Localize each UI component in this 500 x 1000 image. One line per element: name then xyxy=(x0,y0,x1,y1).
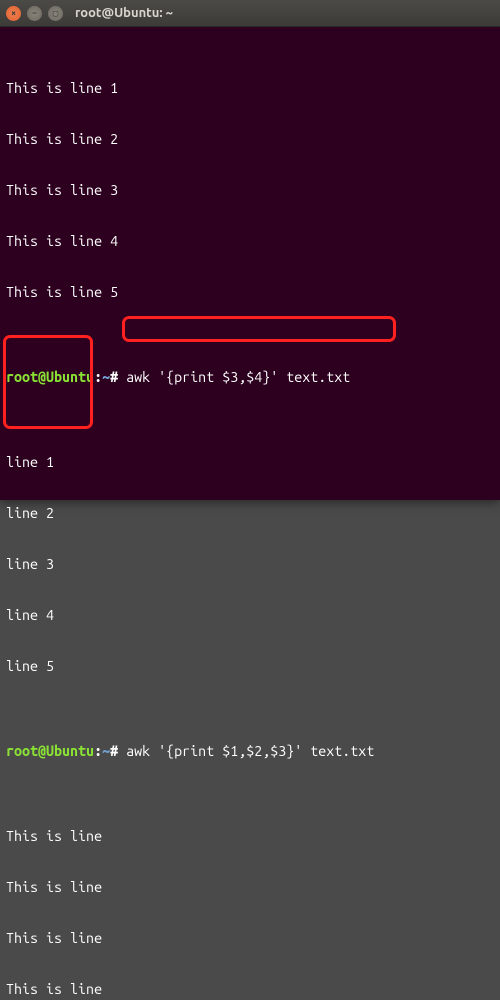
titlebar: × – ▢ root@Ubuntu: ~ xyxy=(0,0,500,27)
command-text: awk '{print $3,$4}' text.txt xyxy=(118,369,350,385)
prompt-sep: : xyxy=(94,743,102,759)
output-line: This is line xyxy=(6,981,494,998)
output-line: line 5 xyxy=(6,658,494,675)
output-line: This is line 2 xyxy=(6,131,494,148)
prompt-symbol: # xyxy=(110,743,118,759)
minimize-icon[interactable]: – xyxy=(27,6,42,21)
output-line: This is line 4 xyxy=(6,233,494,250)
prompt-sep: : xyxy=(94,369,102,385)
output-line: This is line 3 xyxy=(6,182,494,199)
output-line: This is line 5 xyxy=(6,284,494,301)
maximize-icon[interactable]: ▢ xyxy=(48,6,63,21)
prompt-path: ~ xyxy=(102,743,110,759)
prompt-line: root@Ubuntu:~# awk '{print $3,$4}' text.… xyxy=(6,369,494,386)
output-line: This is line 1 xyxy=(6,80,494,97)
prompt-path: ~ xyxy=(102,369,110,385)
prompt-symbol: # xyxy=(110,369,118,385)
annotation-highlight-command xyxy=(122,316,396,342)
terminal-window: × – ▢ root@Ubuntu: ~ This is line 1 This… xyxy=(0,0,500,500)
output-line: line 3 xyxy=(6,556,494,573)
output-line: line 2 xyxy=(6,505,494,522)
command-text: awk '{print $1,$2,$3}' text.txt xyxy=(118,743,374,759)
prompt-user-host: root@Ubuntu xyxy=(6,369,94,385)
window-title: root@Ubuntu: ~ xyxy=(75,6,173,20)
terminal-body[interactable]: This is line 1 This is line 2 This is li… xyxy=(0,27,500,1000)
output-line: This is line xyxy=(6,930,494,947)
output-line: This is line xyxy=(6,879,494,896)
output-line: This is line xyxy=(6,828,494,845)
output-line: line 4 xyxy=(6,607,494,624)
close-icon[interactable]: × xyxy=(6,6,21,21)
prompt-line: root@Ubuntu:~# awk '{print $1,$2,$3}' te… xyxy=(6,743,494,760)
prompt-user-host: root@Ubuntu xyxy=(6,743,94,759)
output-line: line 1 xyxy=(6,454,494,471)
